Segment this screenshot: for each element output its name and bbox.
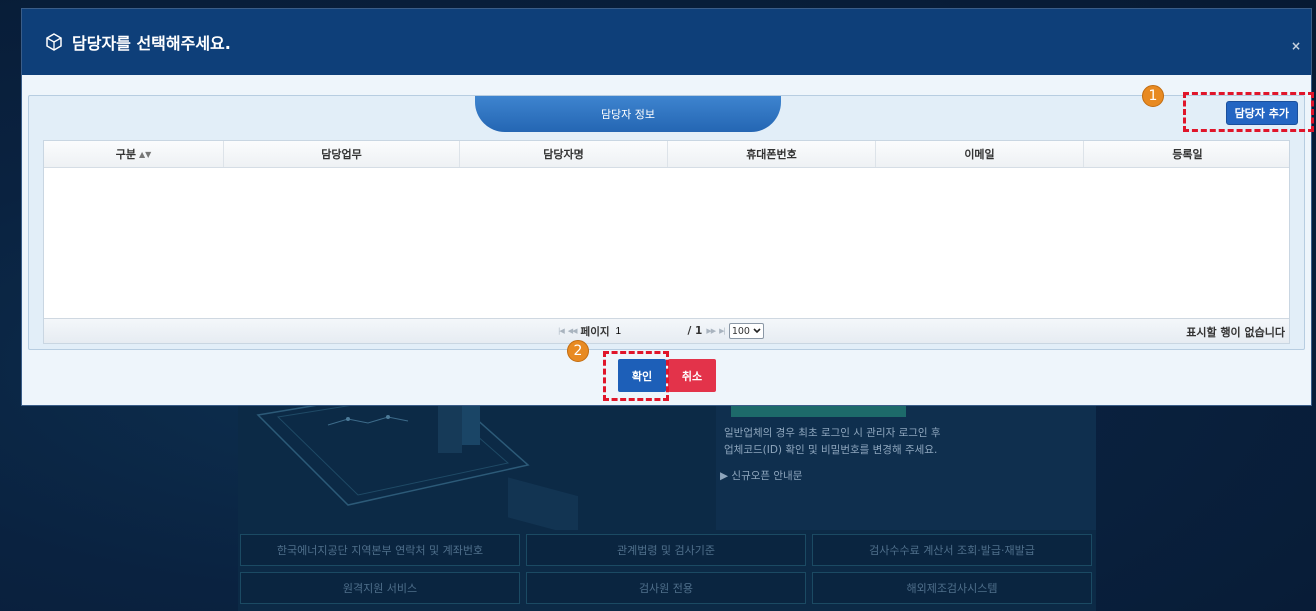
next-page-icon[interactable]: ▶▶	[706, 327, 716, 335]
close-button[interactable]: ×	[1291, 39, 1301, 53]
background-link: 검사수수료 계산서 조회·발급·재발급	[812, 534, 1092, 566]
dialog-title: 담당자를 선택해주세요.	[72, 34, 231, 53]
tab-manager-info: 담당자 정보	[475, 96, 781, 132]
manager-grid: 구분 ▲▼ 담당업무 담당자명 휴대폰번호 이메일 등록일 |◀ ◀◀ 페이지 …	[43, 140, 1290, 344]
rows-per-page-value: 100	[731, 325, 750, 337]
annotation-box-2	[603, 351, 669, 401]
first-page-icon[interactable]: |◀	[558, 327, 565, 335]
column-header-registered[interactable]: 등록일	[1084, 141, 1291, 167]
column-header-phone[interactable]: 휴대폰번호	[668, 141, 876, 167]
column-header-email[interactable]: 이메일	[876, 141, 1084, 167]
info-line: 일반업체의 경우 최초 로그인 시 관리자 로그인 후	[724, 427, 941, 439]
background-info-panel: 일반업체의 경우 최초 로그인 시 관리자 로그인 후 업체코드(ID) 확인 …	[716, 405, 1096, 530]
grid-pager: |◀ ◀◀ 페이지 / 1 ▶▶ ▶| 100 표시할 행이 없습니다	[44, 318, 1289, 343]
background-info-text: 일반업체의 경우 최초 로그인 시 관리자 로그인 후 업체코드(ID) 확인 …	[724, 425, 1084, 459]
chevron-down-icon	[753, 326, 761, 337]
background-link: 관계법령 및 검사기준	[526, 534, 806, 566]
background-links: 한국에너지공단 지역본부 연락처 및 계좌번호 관계법령 및 검사기준 검사수수…	[240, 534, 1092, 604]
cube-icon	[44, 32, 64, 52]
empty-records-message: 표시할 행이 없습니다	[1186, 326, 1285, 339]
page-input[interactable]	[613, 323, 684, 339]
background-link: 해외제조검사시스템	[812, 572, 1092, 604]
sort-icon[interactable]: ▲▼	[139, 150, 151, 159]
manager-panel: 담당자 정보 담당자 추가 구분 ▲▼ 담당업무 담당자명 휴대폰번호 이메일 …	[28, 95, 1305, 350]
column-header-duty[interactable]: 담당업무	[224, 141, 460, 167]
background-link: 검사원 전용	[526, 572, 806, 604]
dialog-header: 담당자를 선택해주세요. ×	[22, 9, 1311, 75]
last-page-icon[interactable]: ▶|	[719, 327, 726, 335]
annotation-marker-1: 1	[1142, 85, 1164, 107]
background-login-button	[731, 405, 906, 417]
pager-controls: |◀ ◀◀ 페이지 / 1 ▶▶ ▶| 100	[558, 323, 764, 339]
grid-body	[44, 168, 1289, 318]
cancel-button[interactable]: 취소	[668, 359, 716, 392]
page-total: / 1	[687, 325, 703, 337]
annotation-box-1	[1183, 92, 1314, 132]
notice-link: ▶ 신규오픈 안내문	[720, 470, 803, 482]
grid-header: 구분 ▲▼ 담당업무 담당자명 휴대폰번호 이메일 등록일	[44, 141, 1289, 168]
column-header-category[interactable]: 구분 ▲▼	[44, 141, 224, 167]
column-label: 구분	[115, 148, 136, 161]
rows-per-page-select[interactable]: 100	[728, 323, 764, 339]
page-label: 페이지	[580, 325, 610, 338]
background-link: 한국에너지공단 지역본부 연락처 및 계좌번호	[240, 534, 520, 566]
column-header-name[interactable]: 담당자명	[460, 141, 668, 167]
background-illustration	[238, 405, 716, 530]
prev-page-icon[interactable]: ◀◀	[568, 327, 578, 335]
select-manager-dialog: 담당자를 선택해주세요. × 담당자 정보 담당자 추가 구분 ▲▼ 담당업무 …	[21, 8, 1312, 406]
background-link: 원격지원 서비스	[240, 572, 520, 604]
annotation-marker-2: 2	[567, 340, 589, 362]
info-line: 업체코드(ID) 확인 및 비밀번호를 변경해 주세요.	[724, 444, 938, 456]
